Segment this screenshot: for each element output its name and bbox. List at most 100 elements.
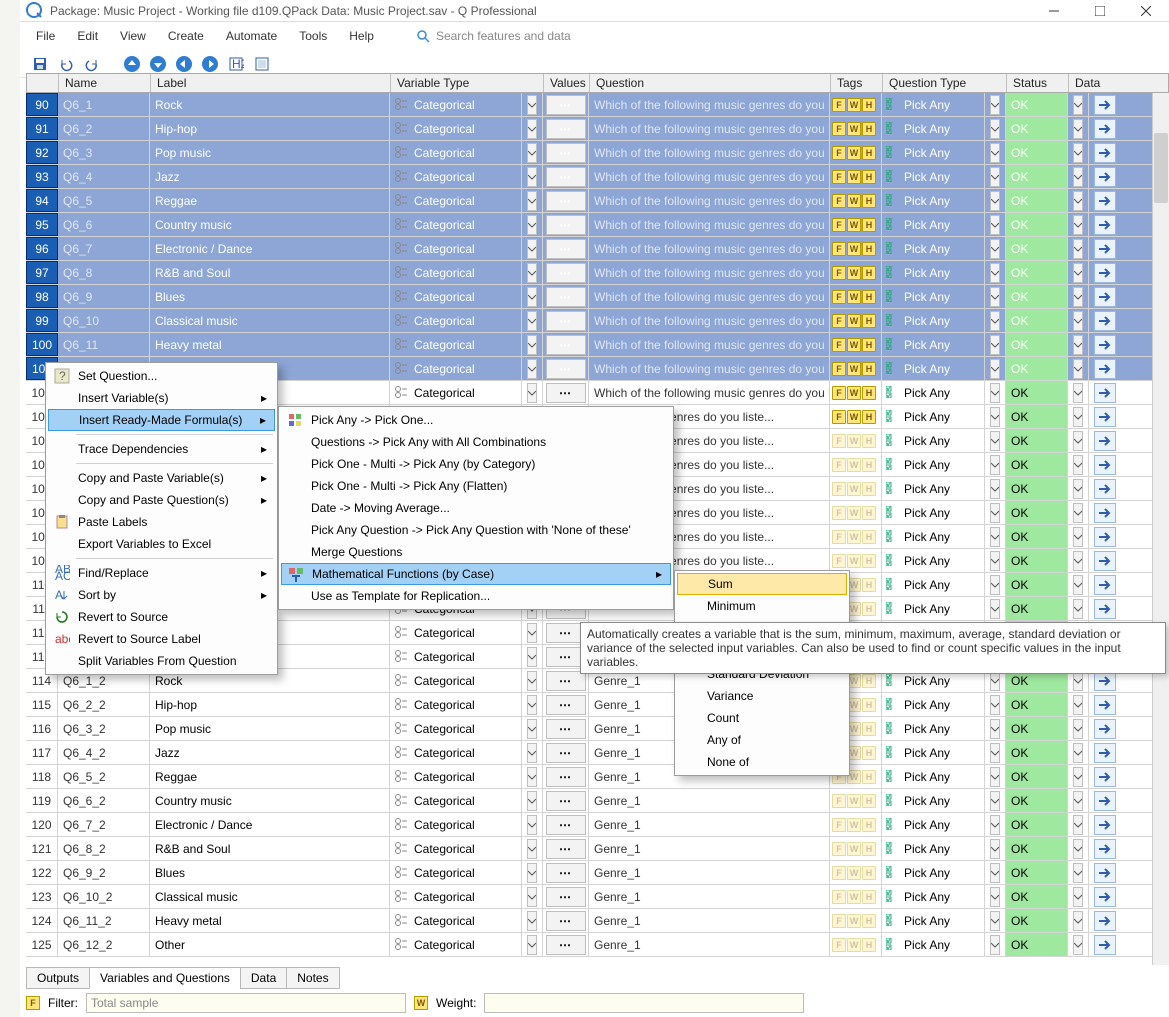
vartype-dropdown[interactable]: [522, 909, 543, 932]
cell-vartype[interactable]: Categorical: [390, 837, 522, 860]
table-row[interactable]: 116 Q6_3_2 Pop music Categorical ⋯ Genre…: [26, 717, 1169, 741]
cell-questiontype[interactable]: Pick Any: [882, 357, 985, 380]
row-number[interactable]: 90: [26, 93, 58, 116]
data-arrow-button[interactable]: [1089, 189, 1121, 212]
qtype-dropdown[interactable]: [985, 93, 1006, 116]
status-dropdown[interactable]: [1068, 285, 1089, 308]
ctx-sort-by[interactable]: ASort by▸: [48, 584, 275, 606]
ctx-trace-dependencies[interactable]: Trace Dependencies▸: [48, 438, 275, 460]
cell-status[interactable]: OK: [1006, 213, 1068, 236]
qtype-dropdown[interactable]: [985, 909, 1006, 932]
ctx-revert-source[interactable]: Revert to Source: [48, 606, 275, 628]
data-arrow-button[interactable]: [1089, 477, 1121, 500]
cell-status[interactable]: OK: [1006, 285, 1068, 308]
cell-status[interactable]: OK: [1006, 885, 1068, 908]
data-arrow-button[interactable]: [1089, 237, 1121, 260]
row-number[interactable]: 91: [26, 117, 58, 140]
status-dropdown[interactable]: [1068, 933, 1089, 956]
cell-name[interactable]: Q6_5_2: [58, 765, 150, 788]
qtype-dropdown[interactable]: [985, 789, 1006, 812]
data-arrow-button[interactable]: [1089, 261, 1121, 284]
values-button[interactable]: ⋯: [543, 141, 589, 164]
cell-tags[interactable]: FWH: [830, 789, 882, 812]
cell-question[interactable]: Which of the following music genres do y…: [589, 285, 830, 308]
cell-vartype[interactable]: Categorical: [390, 789, 522, 812]
cell-tags[interactable]: FWH: [830, 549, 882, 572]
ctx2-template[interactable]: Use as Template for Replication...: [281, 585, 671, 607]
ctx-split-variables[interactable]: Split Variables From Question: [48, 650, 275, 672]
row-number[interactable]: 94: [26, 189, 58, 212]
qtype-dropdown[interactable]: [985, 165, 1006, 188]
row-number[interactable]: 115: [26, 693, 58, 716]
cell-question[interactable]: Which of the following music genres do y…: [589, 357, 830, 380]
data-arrow-button[interactable]: [1089, 861, 1121, 884]
cell-question[interactable]: Which of the following music genres do y…: [589, 117, 830, 140]
status-dropdown[interactable]: [1068, 501, 1089, 524]
cell-vartype[interactable]: Categorical: [390, 93, 522, 116]
redo-icon[interactable]: [82, 54, 102, 74]
cell-questiontype[interactable]: Pick Any: [882, 333, 985, 356]
cell-label[interactable]: Jazz: [150, 741, 390, 764]
cell-label[interactable]: Pop music: [150, 717, 390, 740]
cell-questiontype[interactable]: Pick Any: [882, 309, 985, 332]
cell-questiontype[interactable]: Pick Any: [882, 837, 985, 860]
cell-vartype[interactable]: Categorical: [390, 717, 522, 740]
cell-vartype[interactable]: Categorical: [390, 333, 522, 356]
undo-icon[interactable]: [56, 54, 76, 74]
values-button[interactable]: ⋯: [543, 765, 589, 788]
cell-tags[interactable]: FWH: [830, 237, 882, 260]
data-arrow-button[interactable]: [1089, 501, 1121, 524]
cell-question[interactable]: Genre_1: [589, 837, 830, 860]
ctx2-none-of-these[interactable]: Pick Any Question -> Pick Any Question w…: [281, 519, 671, 541]
cell-label[interactable]: Classical music: [150, 309, 390, 332]
col-header-question[interactable]: Question: [590, 74, 831, 92]
data-arrow-button[interactable]: [1089, 117, 1121, 140]
data-arrow-button[interactable]: [1089, 309, 1121, 332]
table-row[interactable]: 119 Q6_6_2 Country music Categorical ⋯ G…: [26, 789, 1169, 813]
cell-status[interactable]: OK: [1006, 261, 1068, 284]
cell-tags[interactable]: FWH: [830, 813, 882, 836]
values-button[interactable]: ⋯: [543, 117, 589, 140]
cell-status[interactable]: OK: [1006, 237, 1068, 260]
qtype-dropdown[interactable]: [985, 213, 1006, 236]
vartype-dropdown[interactable]: [522, 789, 543, 812]
status-dropdown[interactable]: [1068, 597, 1089, 620]
values-button[interactable]: ⋯: [543, 309, 589, 332]
cell-question[interactable]: Which of the following music genres do y…: [589, 381, 830, 404]
vartype-dropdown[interactable]: [522, 645, 543, 668]
data-arrow-button[interactable]: [1089, 549, 1121, 572]
data-arrow-button[interactable]: [1089, 909, 1121, 932]
cell-vartype[interactable]: Categorical: [390, 909, 522, 932]
cell-status[interactable]: OK: [1006, 837, 1068, 860]
window-minimize-button[interactable]: [1031, 0, 1077, 22]
row-number[interactable]: 123: [26, 885, 58, 908]
vartype-dropdown[interactable]: [522, 741, 543, 764]
status-dropdown[interactable]: [1068, 477, 1089, 500]
cell-questiontype[interactable]: Pick Any: [882, 933, 985, 956]
qtype-dropdown[interactable]: [985, 189, 1006, 212]
qtype-dropdown[interactable]: [985, 477, 1006, 500]
cell-question[interactable]: Genre_1: [589, 909, 830, 932]
cell-tags[interactable]: FWH: [830, 837, 882, 860]
cell-status[interactable]: OK: [1006, 453, 1068, 476]
row-number[interactable]: 99: [26, 309, 58, 332]
status-dropdown[interactable]: [1068, 789, 1089, 812]
cell-name[interactable]: Q6_8_2: [58, 837, 150, 860]
cell-status[interactable]: OK: [1006, 525, 1068, 548]
status-dropdown[interactable]: [1068, 117, 1089, 140]
qtype-dropdown[interactable]: [985, 333, 1006, 356]
cell-label[interactable]: Country music: [150, 213, 390, 236]
cell-label[interactable]: Hip-hop: [150, 693, 390, 716]
vartype-dropdown[interactable]: [522, 693, 543, 716]
cell-vartype[interactable]: Categorical: [390, 861, 522, 884]
qtype-dropdown[interactable]: [985, 885, 1006, 908]
status-dropdown[interactable]: [1068, 93, 1089, 116]
row-number[interactable]: 92: [26, 141, 58, 164]
table-row[interactable]: 123 Q6_10_2 Classical music Categorical …: [26, 885, 1169, 909]
row-number[interactable]: 121: [26, 837, 58, 860]
table-row[interactable]: 117 Q6_4_2 Jazz Categorical ⋯ Genre_1 FW…: [26, 741, 1169, 765]
status-dropdown[interactable]: [1068, 549, 1089, 572]
vartype-dropdown[interactable]: [522, 765, 543, 788]
menu-create[interactable]: Create: [158, 26, 214, 46]
cell-questiontype[interactable]: Pick Any: [882, 117, 985, 140]
